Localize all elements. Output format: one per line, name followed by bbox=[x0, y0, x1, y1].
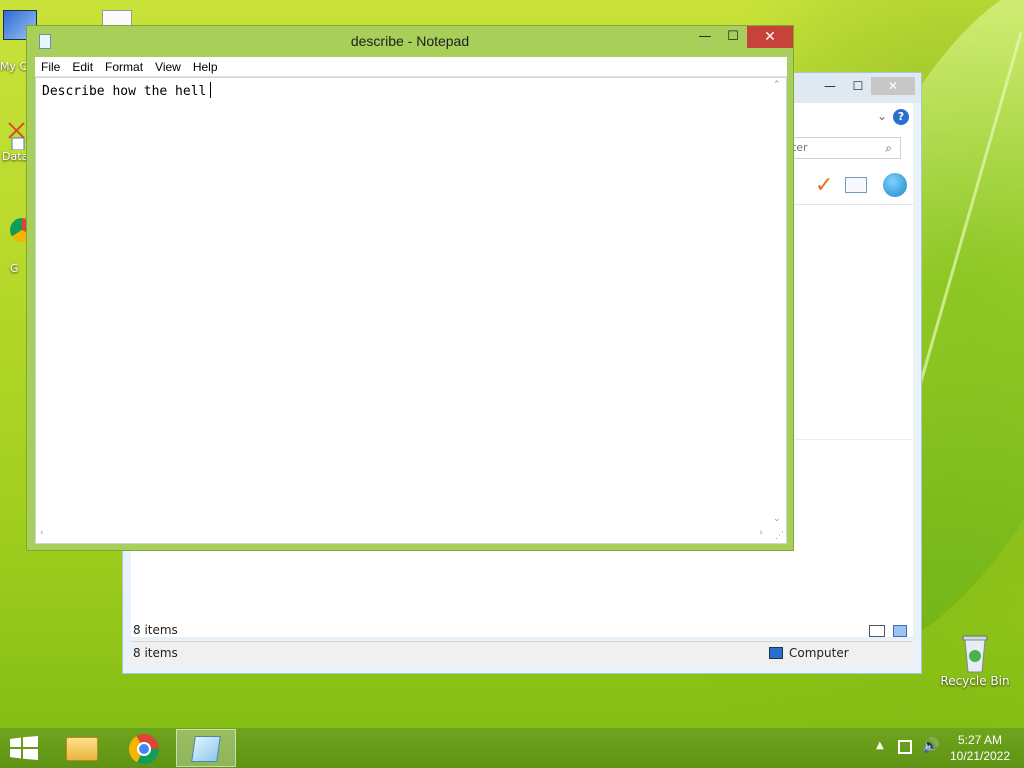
explorer-close-button[interactable]: ✕ bbox=[871, 77, 915, 95]
scroll-down-icon[interactable]: ⌄ bbox=[773, 514, 781, 524]
globe-icon[interactable] bbox=[883, 173, 907, 197]
clock-date: 10/21/2022 bbox=[949, 749, 1011, 763]
menu-bar: File Edit Format View Help bbox=[35, 57, 787, 77]
scroll-up-icon[interactable]: ⌃ bbox=[773, 80, 781, 90]
notepad-window[interactable]: describe - Notepad — ☐ ✕ File Edit Format V… bbox=[26, 25, 794, 551]
taskbar-file-explorer[interactable] bbox=[52, 729, 112, 767]
explorer-minimize-button[interactable]: — bbox=[817, 77, 843, 95]
text-editor[interactable]: Describe how the hell ⌃ ⌄ ‹ › ⋰ bbox=[35, 77, 787, 544]
scroll-left-icon[interactable]: ‹ bbox=[40, 528, 44, 538]
desktop-icon-recycle-bin[interactable]: Recycle Bin bbox=[940, 630, 1010, 688]
menu-help[interactable]: Help bbox=[187, 57, 224, 77]
taskbar-notepad[interactable] bbox=[176, 729, 236, 767]
horizontal-scrollbar[interactable]: ‹ › bbox=[36, 526, 769, 543]
vertical-scrollbar[interactable]: ⌃ ⌄ bbox=[769, 78, 786, 526]
taskbar-chrome[interactable] bbox=[114, 729, 174, 767]
minimize-button[interactable]: — bbox=[691, 26, 719, 48]
explorer-statusbar: 8 items Computer bbox=[131, 641, 913, 665]
folder-icon bbox=[66, 737, 98, 761]
notepad-title: describe - Notepad bbox=[350, 33, 470, 49]
chrome-icon-center bbox=[137, 742, 151, 756]
shortcut-icon bbox=[6, 120, 28, 151]
text-caret bbox=[210, 82, 212, 98]
menu-edit[interactable]: Edit bbox=[66, 57, 99, 77]
thumbnail-view-icon[interactable] bbox=[893, 625, 907, 637]
scroll-right-icon[interactable]: › bbox=[759, 528, 763, 538]
clock-time: 5:27 AM bbox=[957, 733, 1003, 747]
recycle-bin-icon bbox=[959, 630, 991, 674]
maximize-button[interactable]: ☐ bbox=[719, 26, 747, 48]
close-button[interactable]: ✕ bbox=[747, 26, 793, 48]
computer-icon bbox=[769, 647, 783, 659]
editor-text-line: Describe how the hell bbox=[42, 82, 212, 99]
desktop-icon-label: Recycle Bin bbox=[940, 674, 1010, 688]
explorer-item-count: 8 items bbox=[133, 623, 178, 637]
status-item-count: 8 items bbox=[133, 646, 178, 660]
network-icon[interactable] bbox=[898, 740, 912, 754]
start-button[interactable] bbox=[0, 728, 48, 768]
notepad-icon bbox=[191, 736, 221, 762]
taskbar: ▲ 🔊 5:27 AM 10/21/2022 bbox=[0, 728, 1024, 768]
menu-view[interactable]: View bbox=[149, 57, 187, 77]
explorer-maximize-button[interactable]: ☐ bbox=[845, 77, 871, 95]
status-location: Computer bbox=[789, 646, 849, 660]
menu-format[interactable]: Format bbox=[99, 57, 149, 77]
menu-file[interactable]: File bbox=[35, 57, 66, 77]
show-hidden-icons-icon[interactable]: ▲ bbox=[876, 740, 884, 768]
details-view-icon[interactable] bbox=[869, 625, 885, 637]
volume-icon[interactable]: 🔊 bbox=[922, 738, 939, 768]
check-icon[interactable]: ✓ bbox=[815, 173, 833, 198]
chevron-down-icon[interactable]: ⌄ bbox=[877, 109, 887, 123]
resize-grip-icon[interactable]: ⋰ bbox=[775, 531, 784, 541]
search-icon[interactable]: ⌕ bbox=[885, 141, 892, 156]
chrome-icon bbox=[129, 734, 159, 764]
mail-icon[interactable] bbox=[845, 177, 867, 193]
editor-content: Describe how the hell bbox=[42, 84, 207, 99]
windows-logo-icon bbox=[10, 736, 38, 760]
help-icon[interactable]: ? bbox=[893, 109, 909, 125]
taskbar-clock[interactable]: 5:27 AM 10/21/2022 bbox=[946, 732, 1014, 764]
